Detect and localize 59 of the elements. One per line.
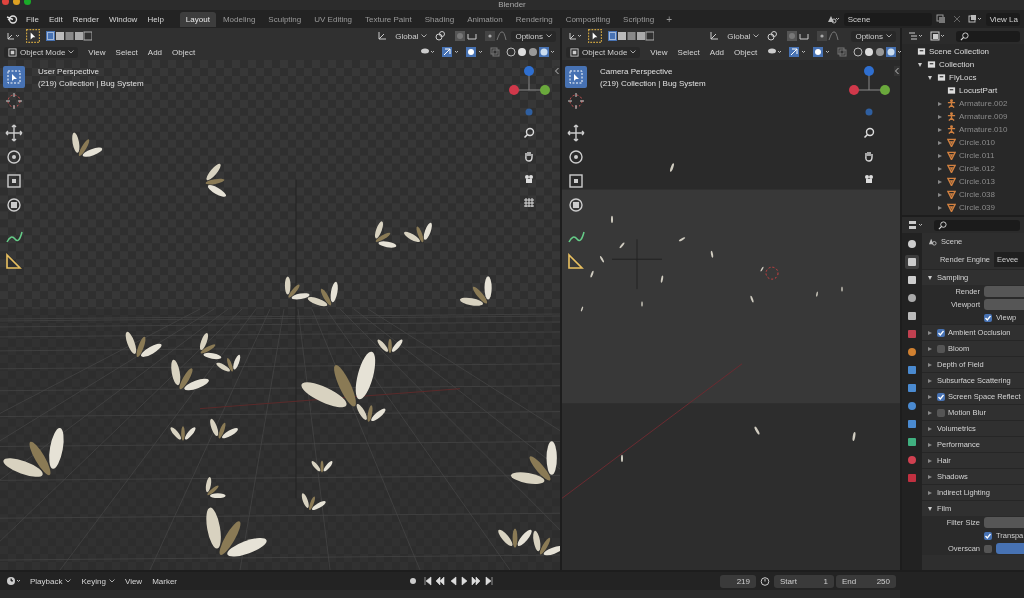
menu-item[interactable]: View <box>646 47 672 57</box>
outliner-item[interactable]: Circle.039 <box>959 203 995 212</box>
menu-item[interactable]: View <box>120 576 147 586</box>
view-title: Camera Perspective <box>600 67 674 76</box>
outliner-item[interactable]: Circle.013 <box>959 177 995 186</box>
menu-item[interactable]: Select <box>673 47 704 57</box>
menu-item[interactable]: Playback <box>26 576 76 586</box>
end-frame-field[interactable]: 250 <box>876 576 890 586</box>
outliner-item[interactable]: Circle.011 <box>959 151 995 160</box>
menu-item[interactable]: Marker <box>148 576 182 586</box>
workspace-tab[interactable]: Animation <box>461 11 509 27</box>
menu-item[interactable]: File <box>22 14 43 24</box>
mode-dropdown[interactable]: Object Mode <box>566 46 641 58</box>
options-button[interactable]: Options <box>851 30 896 42</box>
menu-item[interactable]: Add <box>143 47 167 57</box>
start-label: Start <box>780 576 797 586</box>
workspace-tab[interactable]: Layout <box>179 11 216 27</box>
transform-orientation-dropdown[interactable]: Global <box>391 30 432 42</box>
outliner-item[interactable]: FlyLocs <box>949 73 977 82</box>
outliner-item[interactable]: LocustPart <box>959 86 998 95</box>
outliner-item[interactable]: Scene Collection <box>929 47 990 56</box>
menu-item[interactable]: Object <box>730 47 762 57</box>
current-frame-field[interactable]: 219 <box>720 574 756 588</box>
outliner-item[interactable]: Armature.010 <box>959 125 1008 134</box>
menu-item[interactable]: Select <box>111 47 142 57</box>
workspace-tab[interactable]: Texture Paint <box>359 11 418 27</box>
workspace-tab[interactable]: Rendering <box>509 11 559 27</box>
workspace-tab[interactable]: Shading <box>418 11 461 27</box>
outliner-item[interactable]: Armature.009 <box>959 112 1008 121</box>
workspace-tab[interactable]: UV Editing <box>308 11 359 27</box>
outliner-item[interactable]: Circle.010 <box>959 138 995 147</box>
mode-dropdown[interactable]: Object Mode <box>4 46 79 58</box>
view-layer-field[interactable]: View La <box>985 12 1020 26</box>
menu-item[interactable]: Help <box>143 14 168 24</box>
workspace-tab[interactable]: Modeling <box>216 11 262 27</box>
start-frame-field[interactable]: 1 <box>823 576 828 586</box>
transform-orientation-dropdown[interactable]: Global <box>723 30 764 42</box>
options-button[interactable]: Options <box>511 30 556 42</box>
workspace-tab[interactable]: Compositing <box>559 11 617 27</box>
menu-item[interactable]: Window <box>104 14 142 24</box>
outliner-item[interactable]: Circle.012 <box>959 164 995 173</box>
workspace-tab[interactable]: Scripting <box>617 11 661 27</box>
menu-item[interactable]: Object <box>168 47 200 57</box>
view-title: User Perspective <box>38 67 100 76</box>
menu-item[interactable]: Add <box>705 47 729 57</box>
workspace-tab[interactable]: Sculpting <box>262 11 308 27</box>
outliner-item[interactable]: Circle.038 <box>959 190 995 199</box>
view-info: (219) Collection | Bug System <box>600 79 706 88</box>
outliner-item[interactable]: Armature.002 <box>959 99 1008 108</box>
view-info: (219) Collection | Bug System <box>38 79 144 88</box>
menu-item[interactable]: Keying <box>77 576 119 586</box>
end-label: End <box>842 576 857 586</box>
add-workspace-button[interactable]: + <box>661 12 678 26</box>
window-title: Blender <box>497 1 527 9</box>
menu-item[interactable]: Edit <box>44 14 67 24</box>
outliner-item[interactable]: Collection <box>939 60 975 69</box>
scene-field[interactable]: Scene <box>843 12 932 26</box>
menu-item[interactable]: Render <box>68 14 103 24</box>
menu-item[interactable]: View <box>84 47 110 57</box>
